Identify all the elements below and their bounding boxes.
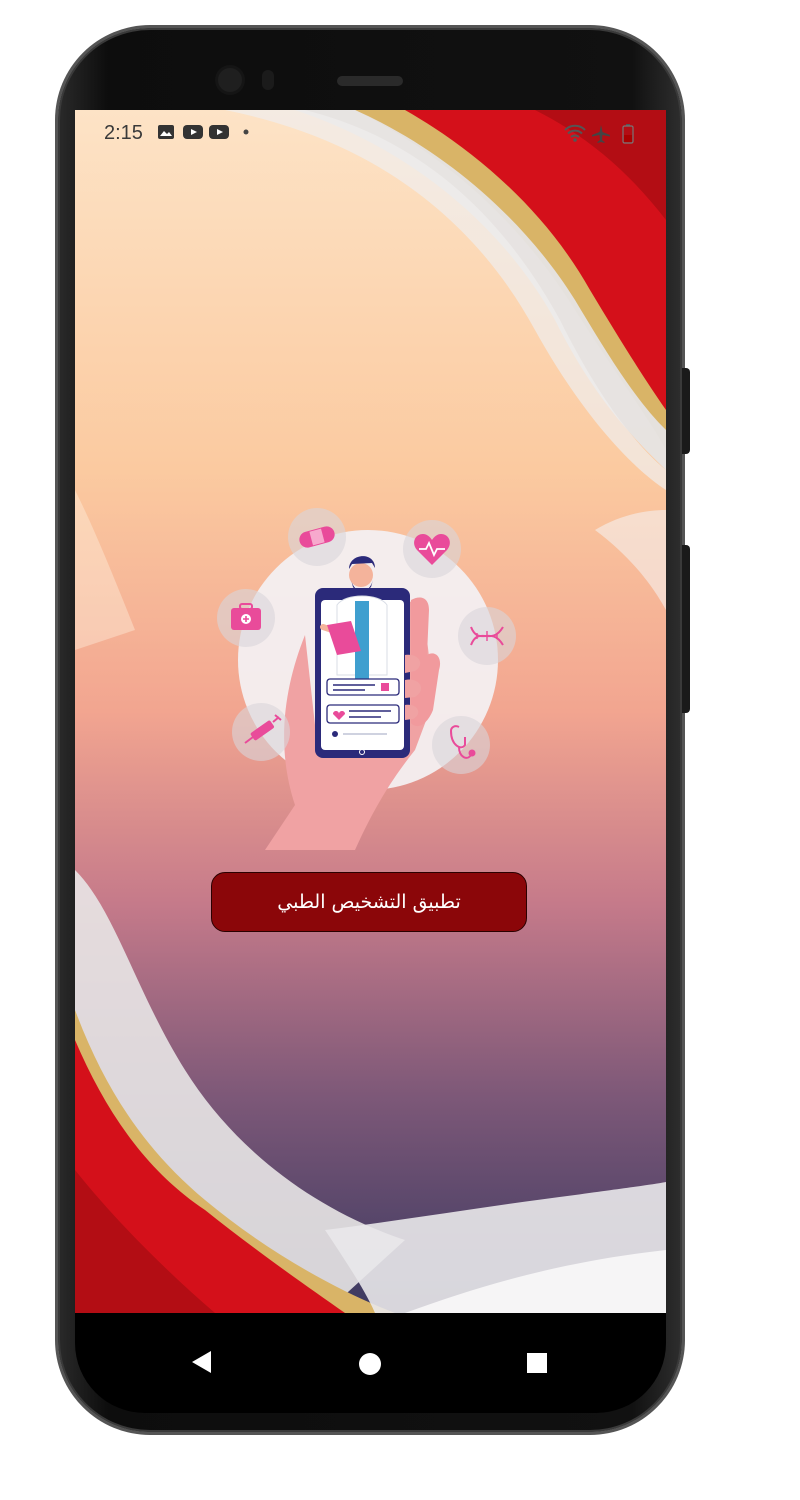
youtube-icon — [209, 125, 229, 139]
syringe-icon — [232, 703, 290, 761]
battery-icon — [622, 124, 634, 144]
recents-icon[interactable] — [526, 1352, 548, 1374]
app-title-button[interactable]: تطبيق التشخيص الطبي — [211, 872, 527, 932]
dna-icon — [458, 607, 516, 665]
wifi-icon — [564, 124, 586, 142]
image-icon — [158, 125, 174, 139]
airplane-icon — [592, 125, 610, 143]
status-time: 2:15 — [104, 122, 143, 144]
front-camera — [218, 68, 242, 92]
youtube-icon — [183, 125, 203, 139]
bandage-icon — [288, 508, 346, 566]
stethoscope-icon — [432, 716, 490, 774]
app-screen: 2:15 تطبيق التشخيص الطبي — [75, 110, 666, 1313]
earpiece-speaker — [337, 76, 403, 86]
proximity-sensor — [262, 70, 274, 90]
back-icon[interactable] — [189, 1349, 213, 1375]
dot-icon — [243, 129, 249, 135]
doctor-on-phone-illustration — [217, 508, 516, 850]
status-bar: 2:15 — [75, 110, 666, 156]
home-icon[interactable] — [358, 1352, 382, 1376]
volume-button — [682, 368, 690, 454]
heart-pulse-icon — [403, 520, 461, 578]
power-button — [682, 545, 690, 713]
navigation-bar — [75, 1313, 666, 1413]
first-aid-kit-icon — [217, 589, 275, 647]
